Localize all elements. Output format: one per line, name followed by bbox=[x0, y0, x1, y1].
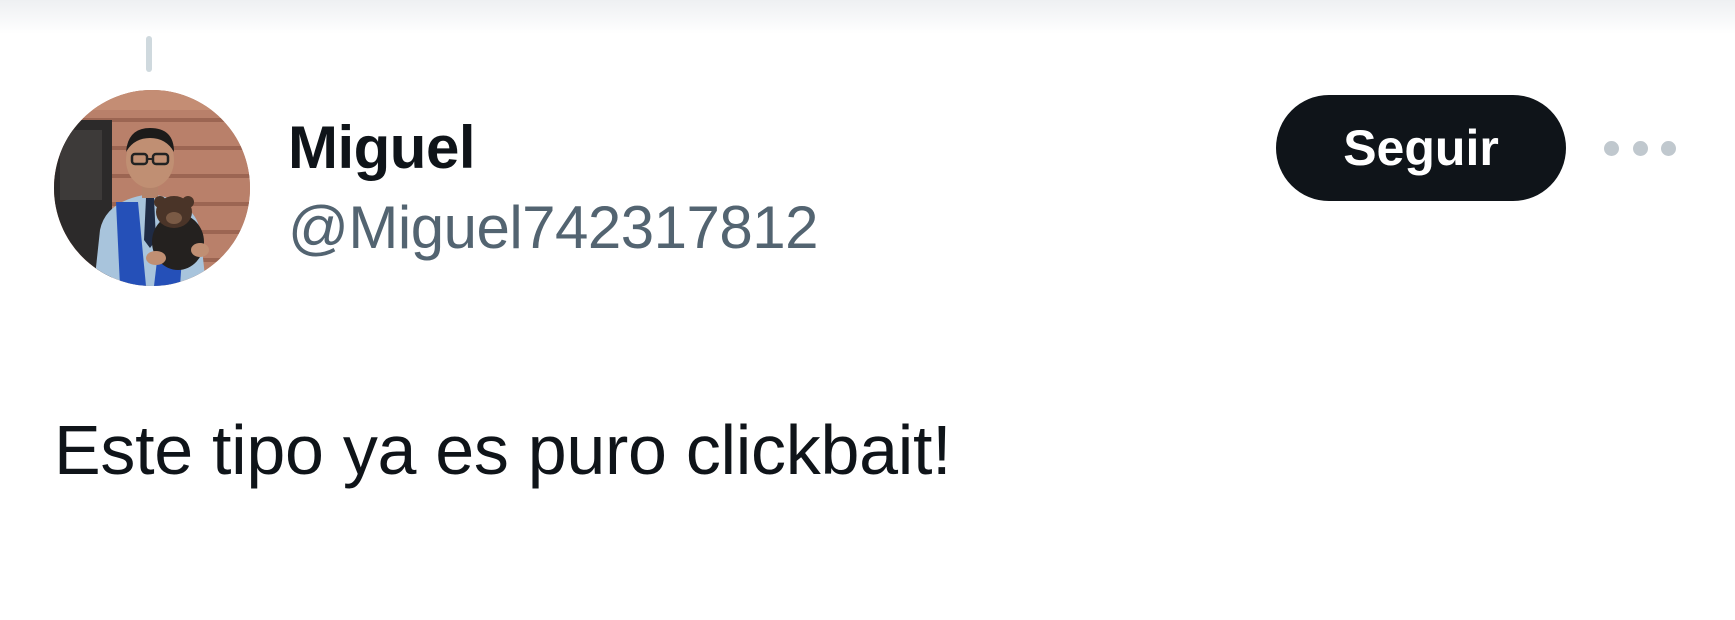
user-identity: Miguel @Miguel742317812 bbox=[288, 112, 818, 264]
more-options-icon bbox=[1661, 140, 1676, 156]
user-avatar[interactable] bbox=[54, 90, 250, 286]
top-divider-shade bbox=[0, 0, 1735, 34]
tweet-body-text: Este tipo ya es puro clickbait! bbox=[54, 411, 952, 489]
follow-button[interactable]: Seguir bbox=[1276, 95, 1566, 201]
avatar-photo-icon bbox=[54, 90, 250, 286]
more-options-icon bbox=[1604, 140, 1619, 156]
tweet-card: Miguel @Miguel742317812 Seguir Este tipo… bbox=[0, 0, 1735, 620]
author-display-name[interactable]: Miguel bbox=[288, 112, 818, 184]
more-options-button[interactable] bbox=[1604, 126, 1676, 170]
author-handle[interactable]: @Miguel742317812 bbox=[288, 192, 818, 264]
thread-connector-line bbox=[146, 36, 152, 72]
more-options-icon bbox=[1632, 140, 1648, 156]
